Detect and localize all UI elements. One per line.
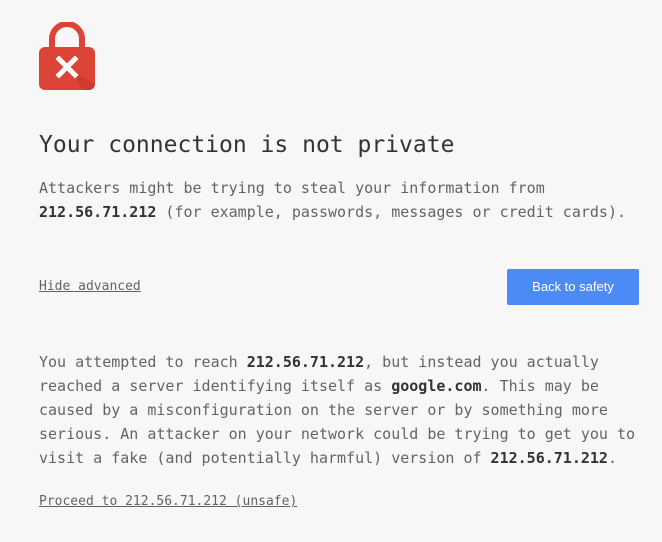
details-line-5-prefix: visit a fake (and potentially harmful) v… [39, 449, 491, 467]
details-line-1-prefix: You attempted to reach [39, 353, 247, 371]
details-host: 212.56.71.212 [246, 353, 365, 371]
intro-text: Attackers might be trying to steal your … [39, 176, 626, 224]
details-line-4: serious. An attacker on your network cou… [39, 425, 636, 443]
back-to-safety-button[interactable]: Back to safety [507, 269, 639, 305]
details-line-1-suffix: , but instead you actually [364, 353, 599, 371]
details-server-name: google.com [391, 377, 482, 395]
lock-error-icon [39, 21, 95, 90]
details-line-2-suffix: . This may be [481, 377, 599, 395]
details-text: You attempted to reach 212.56.71.212, bu… [39, 350, 649, 470]
details-host-2: 212.56.71.212 [490, 449, 608, 467]
details-line-5: visit a fake (and potentially harmful) v… [39, 446, 649, 470]
intro-line1: Attackers might be trying to steal your … [39, 179, 545, 197]
proceed-unsafe-link[interactable]: Proceed to 212.56.71.212 (unsafe) [39, 493, 297, 511]
details-line-2: reached a server identifying itself as g… [39, 374, 649, 398]
intro-host: 212.56.71.212 [39, 203, 157, 221]
details-line-1: You attempted to reach 212.56.71.212, bu… [39, 350, 649, 374]
page-title: Your connection is not private [39, 132, 455, 158]
intro-line2: (for example, passwords, messages or cre… [156, 203, 627, 221]
details-line-2-prefix: reached a server identifying itself as [39, 377, 392, 395]
details-line-3: caused by a misconfiguration on the serv… [39, 401, 608, 419]
details-line-5-suffix: . [607, 449, 617, 467]
hide-advanced-link[interactable]: Hide advanced [39, 278, 141, 296]
